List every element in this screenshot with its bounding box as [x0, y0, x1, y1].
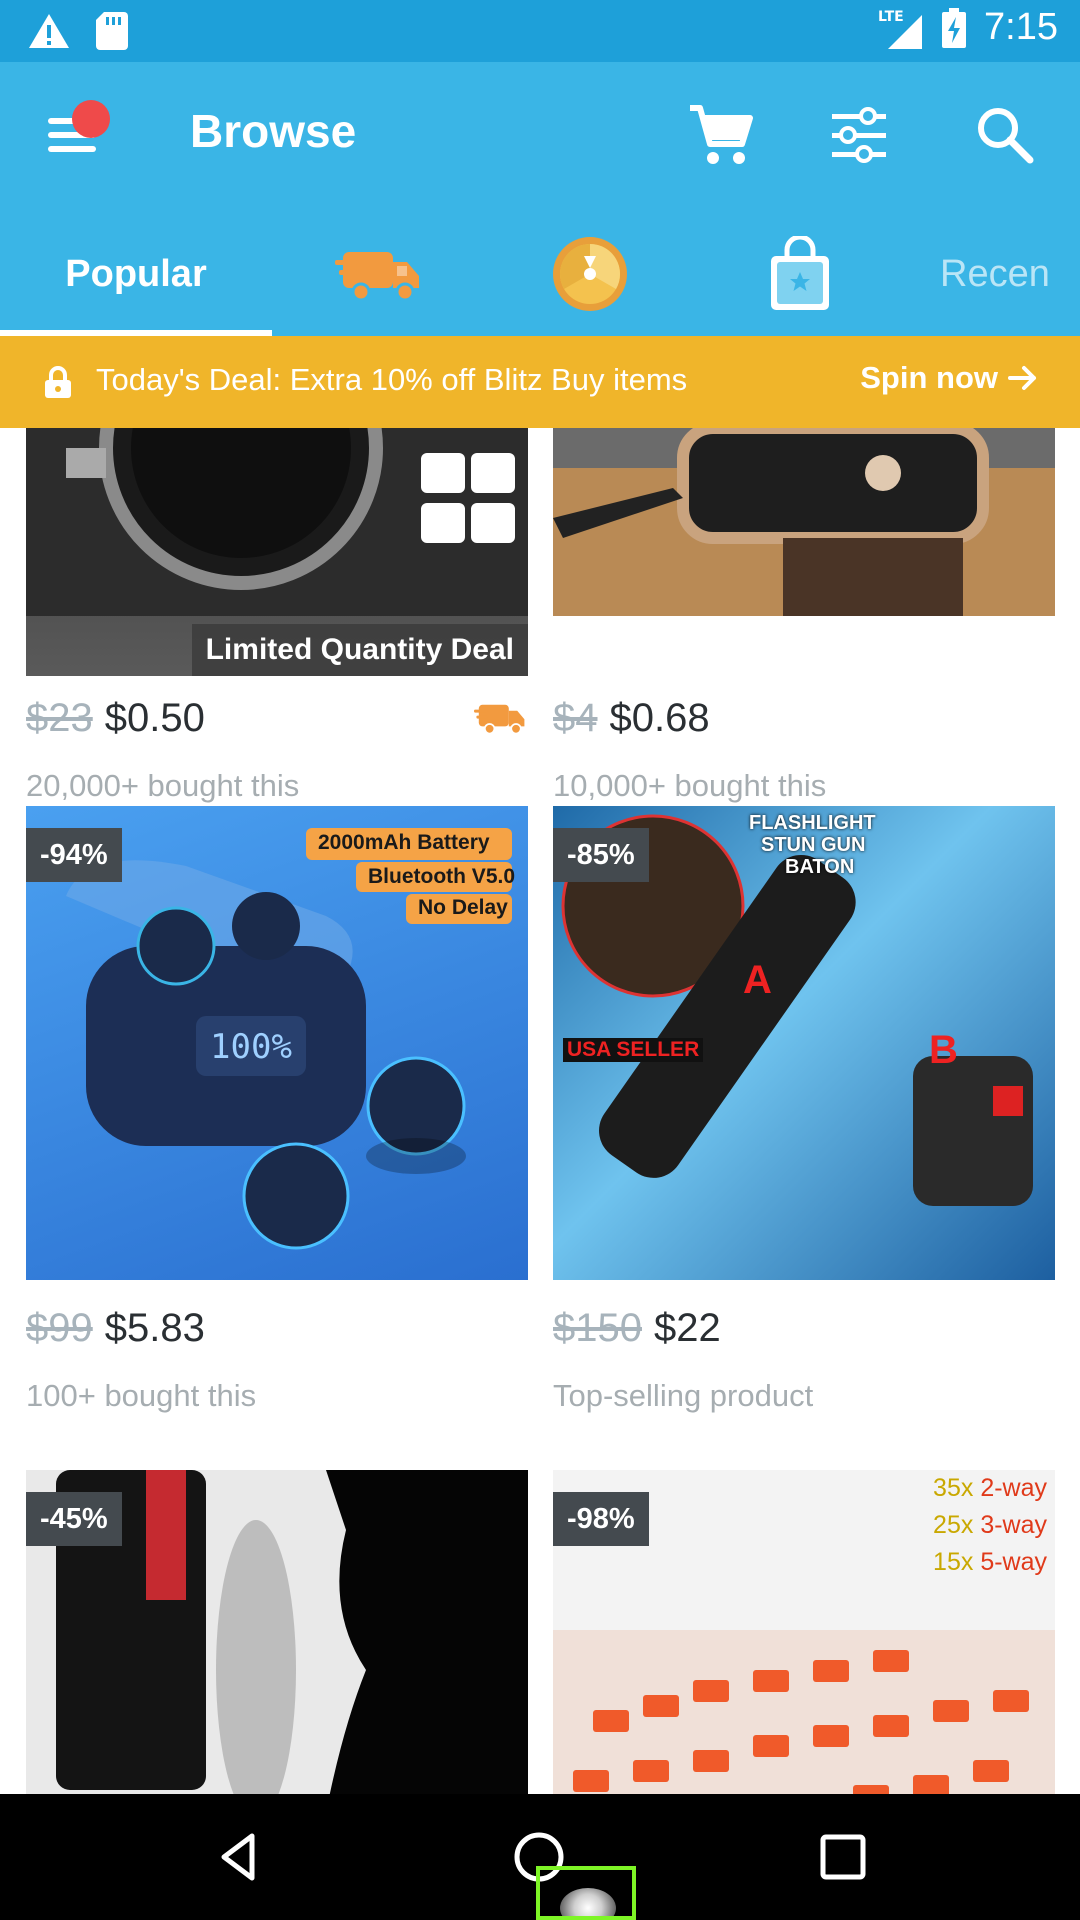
notification-dot	[72, 100, 110, 138]
filter-button[interactable]	[824, 100, 894, 170]
variant-label-b: B	[929, 1028, 958, 1072]
feature-text: No Delay	[418, 896, 508, 919]
fast-shipping-icon	[474, 704, 525, 735]
warning-icon	[29, 14, 69, 48]
price-row: $23 $0.50	[26, 696, 205, 741]
original-price: $99	[26, 1306, 93, 1350]
product-image: Limited Quantity Deal	[26, 428, 528, 676]
signal-icon: LTE	[878, 7, 924, 49]
tab-recent[interactable]: Recen	[940, 212, 1080, 336]
bought-count: 100+ bought this	[26, 1378, 257, 1413]
back-triangle-icon	[221, 1833, 255, 1881]
deal-text: Today's Deal: Extra 10% off Blitz Buy it…	[96, 362, 688, 397]
bought-count: Top-selling product	[553, 1378, 814, 1413]
price-row: $4 $0.68	[553, 696, 710, 741]
svg-text:100%: 100%	[210, 1027, 292, 1067]
tab-shopping-bag[interactable]	[740, 212, 860, 336]
sale-price: $0.50	[104, 696, 205, 740]
app-bar: Browse	[0, 62, 1080, 212]
lock-icon	[45, 366, 71, 398]
sale-price: $0.68	[609, 696, 710, 740]
original-price: $150	[553, 1306, 642, 1350]
spec-count: 35x	[933, 1474, 974, 1502]
arrow-right-icon	[1008, 366, 1036, 390]
product-image: FLASHLIGHT STUN GUN BATON USA SELLER A B…	[553, 806, 1055, 1280]
filter-icon	[832, 107, 886, 163]
search-icon	[978, 108, 1034, 164]
discount-badge: -45%	[26, 1492, 122, 1546]
sale-price: $5.83	[104, 1306, 205, 1350]
product-heading: FLASHLIGHT	[749, 812, 876, 834]
tab-spin-wheel[interactable]	[530, 212, 650, 336]
product-grid: Limited Quantity Deal $23 $0.50 20,000+ b…	[0, 428, 1080, 1794]
deal-banner[interactable]: Today's Deal: Extra 10% off Blitz Buy it…	[0, 336, 1080, 428]
feature-text: Bluetooth V5.0	[368, 865, 516, 888]
product-image: -45%	[26, 1470, 528, 1794]
recents-button[interactable]	[810, 1824, 876, 1890]
product-heading: STUN GUN	[761, 834, 866, 856]
tab-popular-label: Popular	[65, 252, 207, 295]
spec-type: 3-way	[980, 1511, 1047, 1539]
clock: 7:15	[984, 6, 1058, 48]
spin-now-button[interactable]: Spin now	[860, 360, 1038, 396]
spec-type: 5-way	[980, 1548, 1047, 1576]
spin-wheel-icon	[553, 237, 627, 311]
product-card[interactable]: FLASHLIGHT STUN GUN BATON USA SELLER A B…	[553, 806, 1055, 1413]
shipping-truck-icon	[335, 252, 419, 302]
status-bar: LTE 7:15	[0, 0, 1080, 62]
page-title: Browse	[190, 105, 357, 157]
seller-tag: USA SELLER	[563, 1038, 704, 1062]
spec-type: 2-way	[980, 1474, 1047, 1502]
shopping-bag-icon	[771, 236, 829, 310]
price-row: $150 $22	[553, 1306, 721, 1351]
price-row: $99 $5.83	[26, 1306, 205, 1351]
category-tabs: Popular Recen	[0, 212, 1080, 336]
sale-price: $22	[653, 1306, 721, 1350]
search-button[interactable]	[970, 100, 1040, 170]
bought-count: 10,000+ bought this	[553, 768, 827, 803]
bought-count: 20,000+ bought this	[26, 768, 300, 803]
recents-square-icon	[820, 1834, 866, 1880]
original-price: $4	[553, 696, 598, 740]
back-button[interactable]	[206, 1824, 272, 1890]
product-image: 35x 2-way 25x 3-way 15x 5-way -98%	[553, 1470, 1055, 1794]
product-image: 100% 2000mAh Battery Bluetooth V5.0 No D…	[26, 806, 528, 1280]
variant-label-a: A	[743, 958, 772, 1002]
spec-count: 25x	[933, 1511, 974, 1539]
battery-charging-icon	[942, 7, 967, 48]
tab-popular[interactable]: Popular	[0, 212, 272, 336]
connector-specs: 35x 2-way 25x 3-way 15x 5-way	[933, 1470, 1047, 1581]
touch-highlight-box	[536, 1866, 636, 1920]
limited-quantity-label: Limited Quantity Deal	[191, 624, 528, 676]
product-card[interactable]: 35x 2-way 25x 3-way 15x 5-way -98%	[553, 1470, 1055, 1794]
discount-badge: -85%	[553, 828, 649, 882]
product-image	[553, 428, 1055, 676]
cart-icon	[690, 105, 753, 164]
product-card[interactable]: -45%	[26, 1470, 528, 1794]
menu-icon-line	[48, 146, 96, 152]
discount-badge: -94%	[26, 828, 122, 882]
product-heading: BATON	[785, 856, 855, 878]
original-price: $23	[26, 696, 93, 740]
tab-recent-label: Recen	[940, 252, 1050, 295]
discount-badge: -98%	[553, 1492, 649, 1546]
product-card[interactable]: 100% 2000mAh Battery Bluetooth V5.0 No D…	[26, 806, 528, 1413]
tab-fast-shipping[interactable]	[320, 212, 440, 336]
spin-now-label: Spin now	[860, 360, 998, 395]
spec-count: 15x	[933, 1548, 974, 1576]
feature-text: 2000mAh Battery	[318, 831, 490, 854]
sd-card-icon	[96, 12, 128, 50]
cart-button[interactable]	[686, 100, 756, 170]
